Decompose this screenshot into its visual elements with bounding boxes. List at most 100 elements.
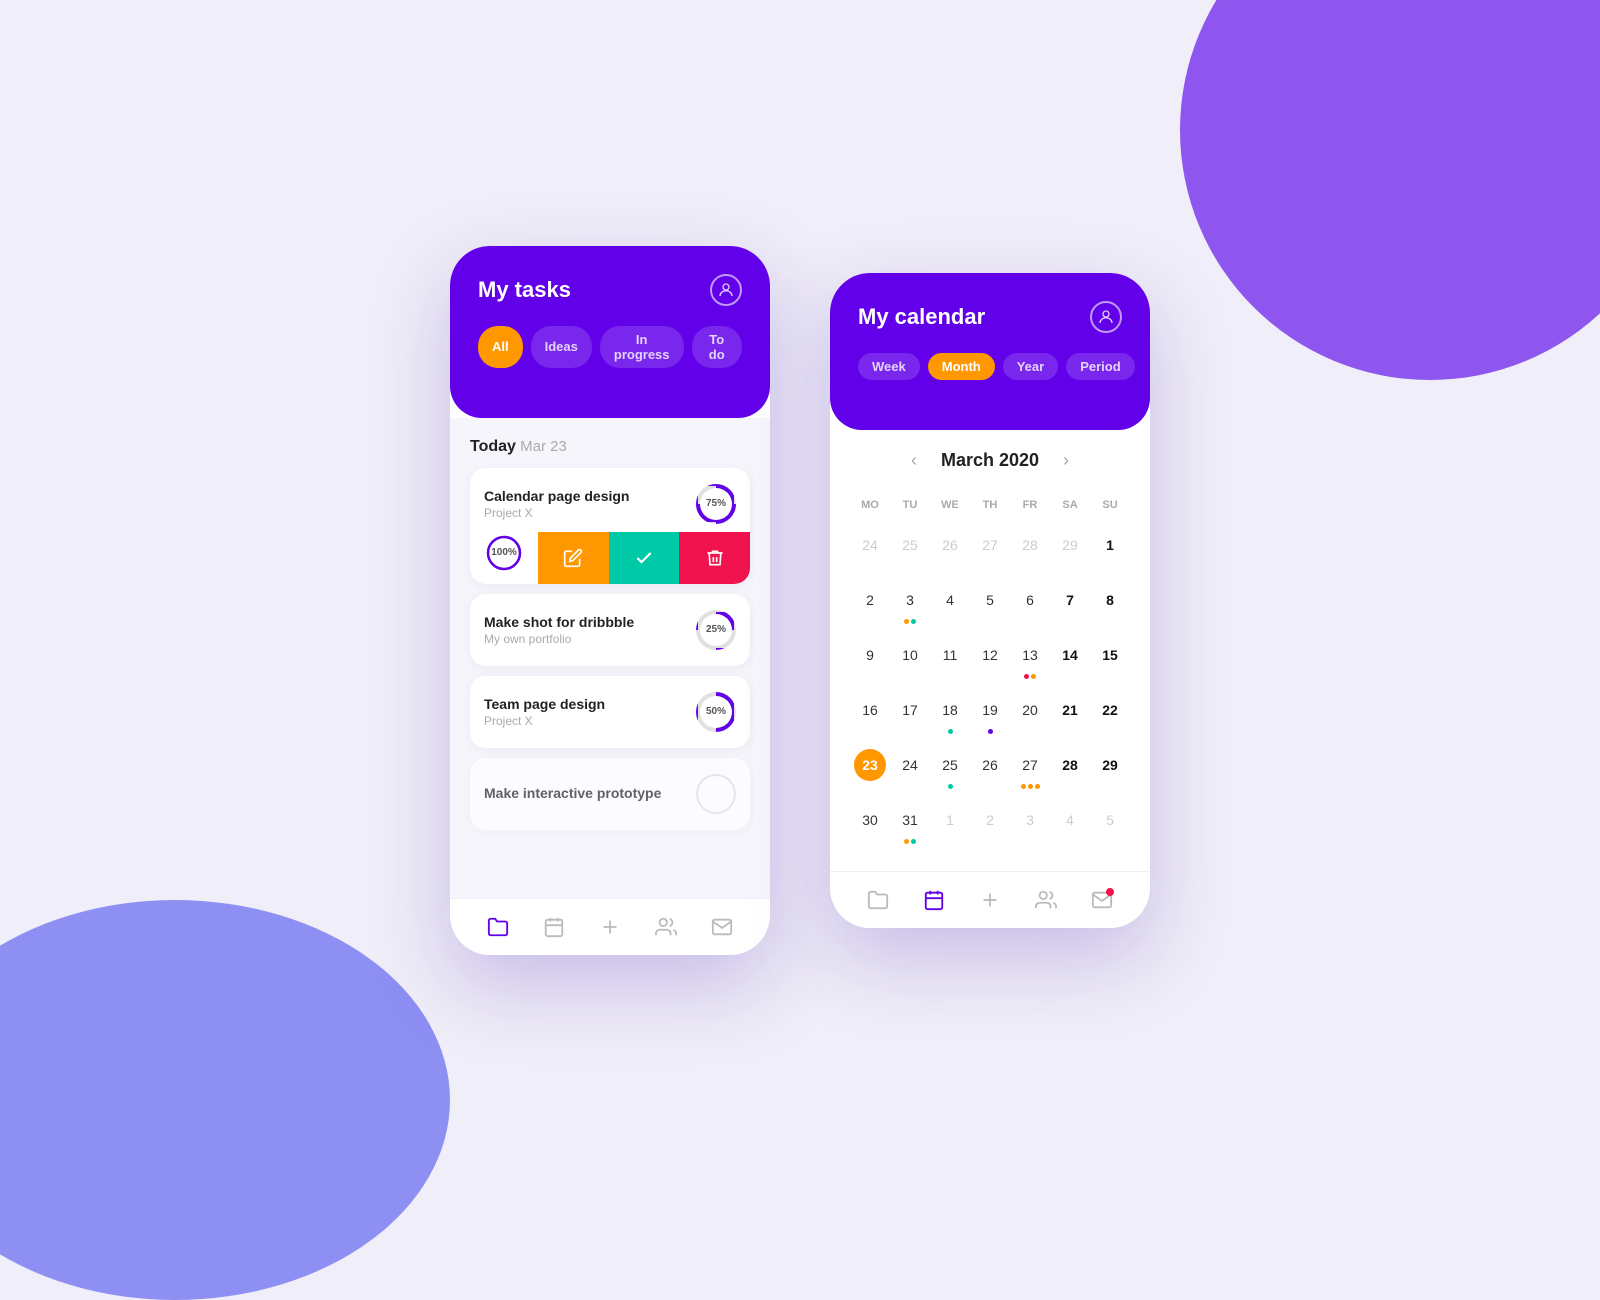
progress-100-label: 100% [491,547,517,558]
calendar-grid: MO TU WE TH FR SA SU 24 25 26 27 28 29 1 [850,495,1130,851]
cal-day-3[interactable]: 3 [890,578,930,631]
cal-day-27-prev[interactable]: 27 [970,523,1010,576]
cal-day-8[interactable]: 8 [1090,578,1130,631]
cal-day-25-prev[interactable]: 25 [890,523,930,576]
progress-circle-1: 75% [696,484,736,524]
prev-month-button[interactable]: ‹ [903,446,925,475]
task-project-1: Project X [484,506,629,520]
bg-blob-bottom-left [0,900,450,1300]
weekday-tu: TU [890,495,930,515]
cal-weekdays: MO TU WE TH FR SA SU [850,495,1130,515]
cal-day-24-prev[interactable]: 24 [850,523,890,576]
cal-day-15[interactable]: 15 [1090,633,1130,686]
progress-circle-3: 50% [696,692,736,732]
cal-day-1[interactable]: 1 [1090,523,1130,576]
filter-tab-year[interactable]: Year [1003,353,1058,380]
cal-day-25[interactable]: 25 [930,743,970,796]
cal-day-19[interactable]: 19 [970,688,1010,741]
filter-tab-all[interactable]: All [478,326,523,368]
cal-day-23-today[interactable]: 23 [850,743,890,796]
progress-label-2: 25% [700,614,732,646]
cal-day-1-next[interactable]: 1 [930,798,970,851]
cal-nav-mail[interactable] [1088,886,1116,914]
calendar-header: My calendar Week Month Year Period [830,273,1150,430]
task-info-2: Make shot for dribbble My own portfolio [484,614,634,646]
nav-add[interactable] [596,913,624,941]
cal-day-2-next[interactable]: 2 [970,798,1010,851]
edit-task-button[interactable] [538,532,609,584]
task-card-1: Calendar page design Project X 75% [470,468,750,584]
bg-blob-top-right [1180,0,1600,380]
cal-day-3-next[interactable]: 3 [1010,798,1050,851]
cal-day-9[interactable]: 9 [850,633,890,686]
filter-tab-week[interactable]: Week [858,353,920,380]
tasks-avatar[interactable] [710,274,742,306]
delete-task-button[interactable] [679,532,750,584]
nav-mail[interactable] [708,913,736,941]
task-card-4: Make interactive prototype [470,758,750,830]
calendar-avatar[interactable] [1090,301,1122,333]
filter-tab-month[interactable]: Month [928,353,995,380]
nav-calendar[interactable] [540,913,568,941]
filter-tab-ideas[interactable]: Ideas [531,326,592,368]
nav-folder[interactable] [484,913,512,941]
progress-label-3: 50% [700,696,732,728]
cal-day-21[interactable]: 21 [1050,688,1090,741]
cal-day-6[interactable]: 6 [1010,578,1050,631]
task-info-1: Calendar page design Project X [484,488,629,520]
cal-day-22[interactable]: 22 [1090,688,1130,741]
cal-day-12[interactable]: 12 [970,633,1010,686]
task-project-3: Project X [484,714,605,728]
filter-tab-to-do[interactable]: To do [692,326,743,368]
cal-day-20[interactable]: 20 [1010,688,1050,741]
cal-day-27[interactable]: 27 [1010,743,1050,796]
cal-day-7[interactable]: 7 [1050,578,1090,631]
calendar-nav-bar [830,871,1150,928]
cal-nav-folder[interactable] [864,886,892,914]
mail-badge [1106,888,1114,896]
next-month-button[interactable]: › [1055,446,1077,475]
today-label: Today [470,438,516,455]
weekday-fr: FR [1010,495,1050,515]
cal-day-10[interactable]: 10 [890,633,930,686]
cal-day-5-next[interactable]: 5 [1090,798,1130,851]
tasks-phone: My tasks All Ideas In progress To do Tod… [450,246,770,955]
filter-tab-period[interactable]: Period [1066,353,1134,380]
month-title: March 2020 [941,450,1039,471]
progress-circle-2: 25% [696,610,736,650]
cal-day-29[interactable]: 29 [1090,743,1130,796]
cal-day-28[interactable]: 28 [1050,743,1090,796]
cal-day-17[interactable]: 17 [890,688,930,741]
nav-people[interactable] [652,913,680,941]
cal-day-5[interactable]: 5 [970,578,1010,631]
progress-ring-100: 100% [484,533,524,573]
cal-day-4-next[interactable]: 4 [1050,798,1090,851]
weekday-th: TH [970,495,1010,515]
cal-day-16[interactable]: 16 [850,688,890,741]
calendar-header-top: My calendar [858,301,1122,333]
cal-day-14[interactable]: 14 [1050,633,1090,686]
cal-day-2[interactable]: 2 [850,578,890,631]
tasks-filter-tabs: All Ideas In progress To do [478,326,742,368]
cal-day-26-prev[interactable]: 26 [930,523,970,576]
cal-day-31[interactable]: 31 [890,798,930,851]
cal-nav-add[interactable] [976,886,1004,914]
cal-day-18[interactable]: 18 [930,688,970,741]
tasks-title: My tasks [478,277,571,303]
cal-nav-people[interactable] [1032,886,1060,914]
cal-day-29-prev[interactable]: 29 [1050,523,1090,576]
cal-day-4[interactable]: 4 [930,578,970,631]
filter-tab-in-progress[interactable]: In progress [600,326,684,368]
cal-day-30[interactable]: 30 [850,798,890,851]
cal-nav-calendar[interactable] [920,886,948,914]
cal-day-24[interactable]: 24 [890,743,930,796]
cal-day-28-prev[interactable]: 28 [1010,523,1050,576]
calendar-phone: My calendar Week Month Year Period ‹ Mar… [830,273,1150,928]
cal-day-11[interactable]: 11 [930,633,970,686]
cal-day-26[interactable]: 26 [970,743,1010,796]
calendar-title: My calendar [858,304,985,330]
cal-days: 24 25 26 27 28 29 1 2 3 4 5 6 7 8 9 [850,523,1130,851]
task-name-1: Calendar page design [484,488,629,504]
cal-day-13[interactable]: 13 [1010,633,1050,686]
done-task-button[interactable] [609,532,680,584]
